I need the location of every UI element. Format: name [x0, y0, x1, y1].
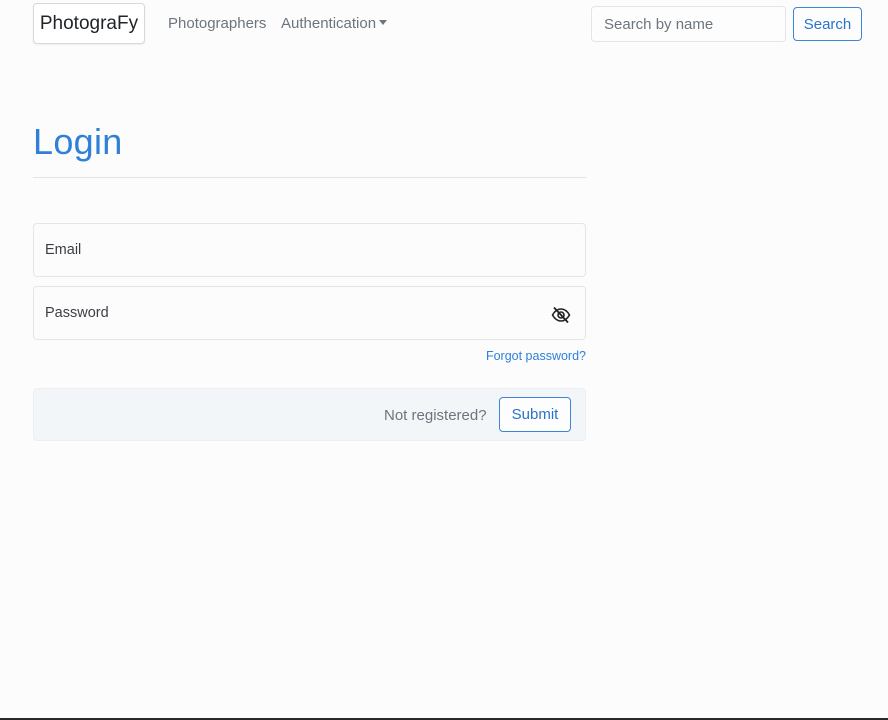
- nav-dropdown-authentication[interactable]: Authentication: [281, 14, 388, 34]
- password-label: Password: [45, 305, 109, 321]
- not-registered-link[interactable]: Not registered?: [384, 407, 487, 424]
- nav-link-photographers[interactable]: Photographers: [168, 14, 266, 34]
- search-button[interactable]: Search: [793, 7, 862, 41]
- submit-button[interactable]: Submit: [499, 397, 571, 432]
- caret-down-icon: [379, 20, 388, 25]
- nav-auth-label: Authentication: [281, 15, 377, 32]
- forgot-password-link[interactable]: Forgot password?: [486, 349, 586, 363]
- password-field[interactable]: Password: [33, 286, 586, 340]
- title-divider: [33, 177, 586, 178]
- login-page: PhotograFy Photographers Authentication …: [0, 0, 888, 720]
- eye-slash-icon[interactable]: [551, 306, 571, 324]
- search-input[interactable]: [591, 6, 786, 42]
- email-label: Email: [45, 242, 82, 258]
- page-title: Login: [33, 121, 123, 162]
- email-field[interactable]: Email: [33, 223, 586, 277]
- brand-logo[interactable]: PhotograFy: [33, 3, 145, 44]
